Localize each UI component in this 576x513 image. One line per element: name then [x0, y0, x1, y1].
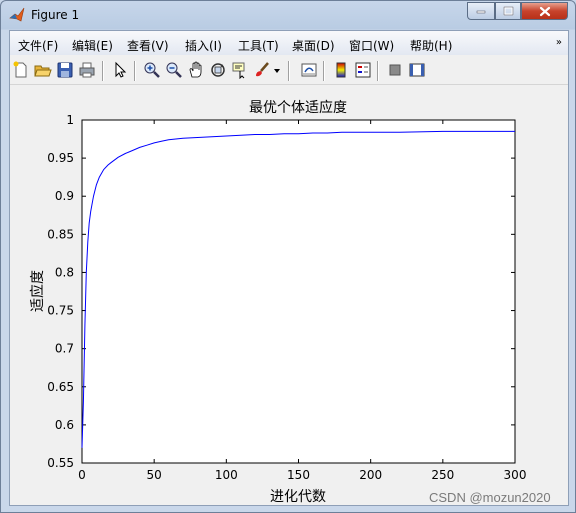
y-tick-label: 0.85	[47, 227, 74, 241]
toolbar-separator	[134, 61, 136, 81]
data-cursor-icon[interactable]	[231, 61, 249, 79]
x-axis-label: 进化代数	[270, 489, 326, 505]
y-tick-label: 0.8	[55, 265, 74, 279]
x-tick-label: 300	[504, 468, 527, 482]
title-bar[interactable]: Figure 1	[1, 1, 575, 30]
open-file-icon[interactable]	[34, 61, 52, 79]
new-figure-icon[interactable]	[12, 61, 30, 79]
show-plot-tools-icon[interactable]	[408, 61, 426, 79]
menu-view[interactable]: 查看(V)	[127, 37, 169, 54]
chart-title: 最优个体适应度	[249, 99, 347, 116]
hide-plot-tools-icon[interactable]	[386, 61, 404, 79]
brush-icon[interactable]	[253, 61, 271, 79]
y-tick-label: 0.55	[47, 456, 74, 470]
save-icon[interactable]	[56, 61, 74, 79]
menu-file[interactable]: 文件(F)	[18, 37, 58, 54]
menu-desktop[interactable]: 桌面(D)	[292, 37, 335, 54]
minimize-button[interactable]	[467, 2, 495, 20]
legend-icon[interactable]	[354, 61, 372, 79]
toolbar-separator	[377, 61, 379, 81]
menu-edit[interactable]: 编辑(E)	[72, 37, 113, 54]
toolbar-separator	[102, 61, 104, 81]
y-tick-label: 0.75	[47, 304, 74, 318]
maximize-button[interactable]	[495, 2, 521, 20]
y-tick-label: 0.7	[55, 342, 74, 356]
colorbar-icon[interactable]	[332, 61, 350, 79]
x-tick-label: 250	[431, 468, 454, 482]
menu-insert[interactable]: 插入(I)	[185, 37, 222, 54]
axes-box	[81, 119, 516, 464]
y-tick-label: 0.9	[55, 189, 74, 203]
link-plot-icon[interactable]	[300, 61, 318, 79]
menu-tools[interactable]: 工具(T)	[238, 37, 279, 54]
figure-toolbar	[10, 56, 568, 85]
rotate-3d-icon[interactable]	[209, 61, 227, 79]
x-tick-label: 0	[78, 468, 86, 482]
menu-overflow-icon[interactable]: »	[556, 37, 562, 48]
zoom-in-icon[interactable]	[143, 61, 161, 79]
close-button[interactable]	[521, 2, 568, 20]
y-tick-label: 0.6	[55, 418, 74, 432]
toolbar-separator	[288, 61, 290, 81]
figure-window: Figure 1 文件(F) 编辑(E) 查看(V) 插入(I) 工具(T) 桌…	[0, 0, 576, 513]
menu-window[interactable]: 窗口(W)	[349, 37, 394, 54]
y-tick-label: 1	[66, 113, 74, 127]
x-tick-label: 150	[287, 468, 310, 482]
toolbar-separator	[323, 61, 325, 81]
zoom-out-icon[interactable]	[165, 61, 183, 79]
watermark-text: CSDN @mozun2020	[429, 490, 551, 505]
matlab-icon	[9, 7, 25, 23]
figure-canvas: 最优个体适应度 0 50 100 150 200 250 300 0.55 0.6 0.65 0.7…	[10, 85, 568, 505]
print-icon[interactable]	[78, 61, 96, 79]
window-title: Figure 1	[31, 8, 80, 22]
figure-client-area: 文件(F) 编辑(E) 查看(V) 插入(I) 工具(T) 桌面(D) 窗口(W…	[9, 30, 569, 506]
y-tick-label: 0.95	[47, 151, 74, 165]
line-chart[interactable]: 最优个体适应度 0 50 100 150 200 250 300 0.55 0.6 0.65 0.7…	[10, 85, 568, 505]
x-tick-label: 200	[359, 468, 382, 482]
pan-icon[interactable]	[187, 61, 205, 79]
y-tick-label: 0.65	[47, 380, 74, 394]
menu-help[interactable]: 帮助(H)	[410, 37, 452, 54]
pointer-icon[interactable]	[111, 61, 129, 79]
y-axis-label: 适应度	[29, 270, 46, 312]
x-tick-label: 100	[215, 468, 238, 482]
brush-dropdown-icon[interactable]	[272, 61, 282, 79]
x-tick-label: 50	[147, 468, 162, 482]
menu-bar: 文件(F) 编辑(E) 查看(V) 插入(I) 工具(T) 桌面(D) 窗口(W…	[10, 31, 568, 55]
